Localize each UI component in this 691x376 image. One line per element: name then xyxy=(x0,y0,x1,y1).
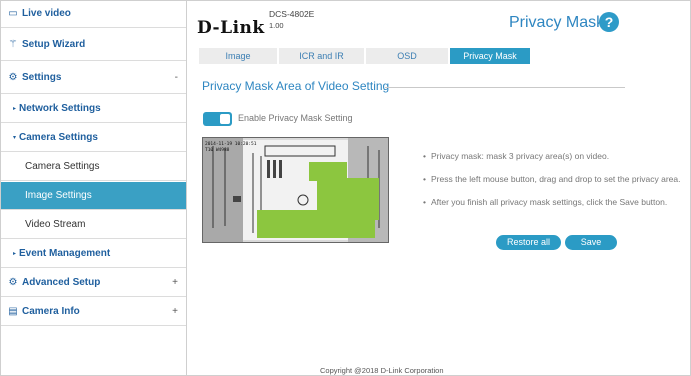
instruction-item: • After you finish all privacy mask setti… xyxy=(423,197,668,207)
enable-privacy-mask-toggle[interactable] xyxy=(203,112,232,126)
sidebar-item-label: Video Stream xyxy=(25,219,86,230)
sidebar-item-live-video[interactable]: ▭ Live video xyxy=(1,0,186,28)
model-name: DCS-4802E xyxy=(269,9,315,19)
sidebar-item-label: Network Settings xyxy=(19,103,101,114)
enable-privacy-mask-label: Enable Privacy Mask Setting xyxy=(238,113,353,123)
sidebar-item-label: Live video xyxy=(22,8,71,19)
instruction-text: Privacy mask: mask 3 privacy area(s) on … xyxy=(431,151,610,161)
gear-icon: ⚙ xyxy=(8,72,18,83)
tab-privacy-mask[interactable]: Privacy Mask xyxy=(450,48,530,64)
arrow-down-icon: ▾ xyxy=(13,135,17,141)
toggle-knob xyxy=(220,114,230,124)
save-button[interactable]: Save xyxy=(565,235,617,250)
tab-icr-and-ir[interactable]: ICR and IR xyxy=(279,48,364,64)
sidebar-item-label: Settings xyxy=(22,72,62,83)
instruction-item: • Privacy mask: mask 3 privacy area(s) on… xyxy=(423,151,610,161)
arrow-right-icon: ▸ xyxy=(13,106,17,112)
expand-toggle[interactable]: + xyxy=(172,277,178,288)
sidebar-item-label: Camera Settings xyxy=(25,161,100,172)
sidebar-item-settings[interactable]: ⚙ Settings - xyxy=(1,62,186,94)
video-counter: T10 W4988 xyxy=(205,147,230,153)
copyright-text: Copyright @2018 D-Link Corporation xyxy=(320,366,444,375)
sidebar-item-network-settings[interactable]: ▸ Network Settings xyxy=(1,95,186,123)
sidebar-item-label: Camera Settings xyxy=(19,132,98,143)
sidebar-item-label: Camera Info xyxy=(22,306,80,317)
sidebar-item-event-management[interactable]: ▸ Event Management xyxy=(1,240,186,268)
sidebar: ▭ Live video ⚚ Setup Wizard ⚙ Settings -… xyxy=(1,0,186,340)
main-content: D-Link DCS-4802E 1.00 Privacy Mask ? Ima… xyxy=(187,0,690,376)
sidebar-item-image-settings[interactable]: Image Settings xyxy=(1,182,186,210)
sidebar-item-camera-settings[interactable]: Camera Settings xyxy=(1,153,186,181)
firmware-version: 1.00 xyxy=(269,21,284,30)
sidebar-item-camera-settings-group[interactable]: ▾ Camera Settings xyxy=(1,124,186,152)
instruction-text: Press the left mouse button, drag and dr… xyxy=(431,174,681,184)
instruction-text: After you finish all privacy mask settin… xyxy=(431,197,668,207)
section-divider xyxy=(385,87,625,88)
video-timestamp: 2014-11-19 10:20:51 xyxy=(205,141,257,147)
instruction-item: • Press the left mouse button, drag and d… xyxy=(423,174,681,184)
sidebar-item-label: Setup Wizard xyxy=(22,39,86,50)
wand-icon: ⚚ xyxy=(8,39,18,50)
sidebar-item-label: Image Settings xyxy=(25,190,92,201)
sidebar-item-video-stream[interactable]: Video Stream xyxy=(1,211,186,239)
video-icon: ▭ xyxy=(8,8,18,19)
tab-bar: Image ICR and IR OSD Privacy Mask xyxy=(199,48,530,64)
privacy-mask-area-3[interactable] xyxy=(257,210,375,238)
tab-image[interactable]: Image xyxy=(199,48,277,64)
sidebar-item-camera-info[interactable]: ▤ Camera Info + xyxy=(1,298,186,326)
info-doc-icon: ▤ xyxy=(8,306,18,317)
expand-toggle[interactable]: + xyxy=(172,306,178,317)
advanced-gear-icon: ⚙ xyxy=(8,277,18,288)
sidebar-item-advanced-setup[interactable]: ⚙ Advanced Setup + xyxy=(1,269,186,297)
instructions-list: • Privacy mask: mask 3 privacy area(s) on… xyxy=(423,151,691,220)
video-preview[interactable]: 2014-11-19 10:20:51 T10 W4988 xyxy=(202,137,389,243)
section-title: Privacy Mask Area of Video Setting xyxy=(202,79,390,93)
arrow-right-icon: ▸ xyxy=(13,251,17,257)
sidebar-item-label: Advanced Setup xyxy=(22,277,101,288)
video-frame-graphic: 2014-11-19 10:20:51 T10 W4988 xyxy=(203,138,388,242)
sidebar-item-label: Event Management xyxy=(19,248,111,259)
help-icon[interactable]: ? xyxy=(599,12,619,32)
page-title: Privacy Mask xyxy=(509,14,605,31)
restore-all-button[interactable]: Restore all xyxy=(496,235,561,250)
sidebar-item-setup-wizard[interactable]: ⚚ Setup Wizard xyxy=(1,29,186,61)
collapse-toggle[interactable]: - xyxy=(175,72,178,83)
brand-logo: D-Link xyxy=(197,18,265,38)
tab-osd[interactable]: OSD xyxy=(366,48,448,64)
